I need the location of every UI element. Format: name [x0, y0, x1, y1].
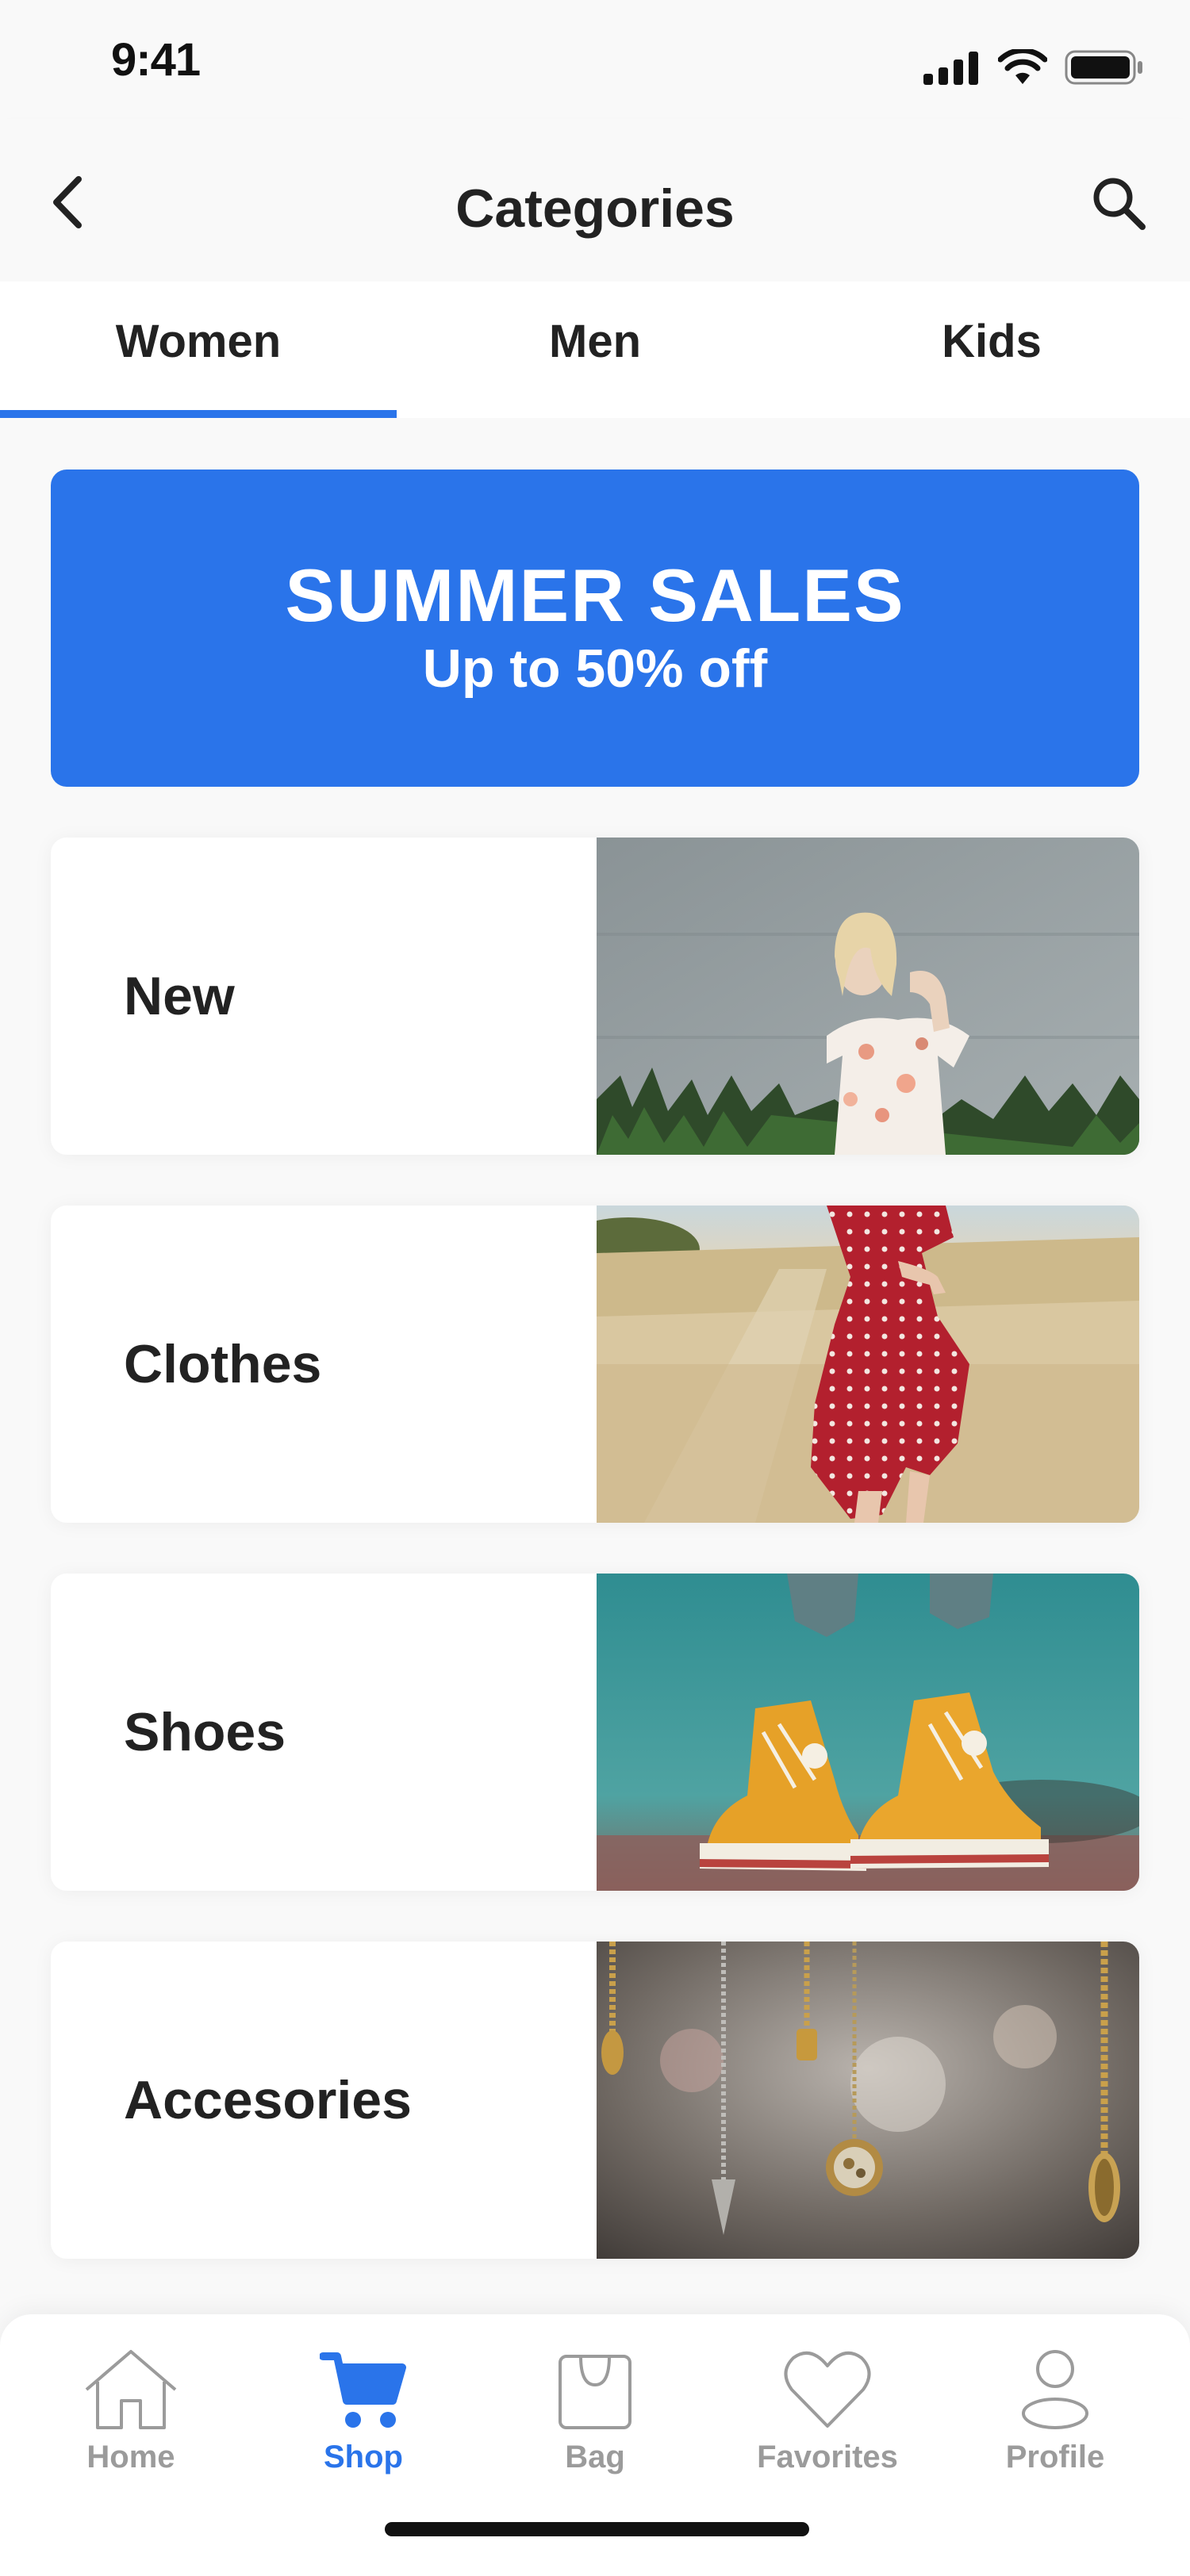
tabbar-item-shop[interactable]: Shop — [268, 2346, 459, 2489]
tabbar-item-bag[interactable]: Bag — [500, 2346, 690, 2489]
banner-title: SUMMER SALES — [285, 553, 905, 637]
category-tabs: Women Men Kids — [0, 282, 1190, 418]
tab-men[interactable]: Men — [397, 282, 793, 418]
heart-icon — [776, 2346, 879, 2433]
category-card-clothes[interactable]: Clothes — [51, 1206, 1139, 1523]
bottom-tab-bar: Home Shop Bag Favorites Profile — [0, 2314, 1190, 2576]
category-label: Clothes — [124, 1334, 322, 1394]
tabbar-item-profile[interactable]: Profile — [960, 2346, 1150, 2489]
wifi-icon — [998, 49, 1047, 84]
banner-subtitle: Up to 50% off — [422, 638, 768, 700]
tab-kids[interactable]: Kids — [793, 282, 1190, 418]
categories-screen: 9:41 Categories Women Men Kids SUMMER SA… — [0, 0, 1190, 2576]
woman-floral-dress-image — [597, 838, 1139, 1155]
home-icon — [79, 2346, 182, 2433]
search-icon — [1093, 178, 1146, 230]
category-label: New — [124, 966, 235, 1026]
category-card-accesories[interactable]: Accesories — [51, 1942, 1139, 2259]
page-title: Categories — [455, 178, 735, 239]
hanging-necklaces-image — [597, 1942, 1139, 2259]
summer-sales-banner[interactable]: SUMMER SALES Up to 50% off — [51, 470, 1139, 787]
category-card-new[interactable]: New — [51, 838, 1139, 1155]
home-indicator — [385, 2522, 809, 2536]
tabbar-label-home: Home — [86, 2440, 175, 2474]
tabbar-item-home[interactable]: Home — [36, 2346, 226, 2489]
status-bar: 9:41 — [0, 0, 1190, 119]
signal-icon — [923, 52, 978, 85]
status-icons — [922, 49, 1144, 86]
profile-icon — [1004, 2346, 1107, 2433]
tabbar-label-bag: Bag — [565, 2440, 625, 2474]
tabbar-label-profile: Profile — [1005, 2440, 1105, 2474]
navigation-header: Categories — [0, 119, 1190, 282]
tab-women[interactable]: Women — [0, 282, 397, 418]
status-time: 9:41 — [111, 34, 201, 86]
tabbar-item-favorites[interactable]: Favorites — [732, 2346, 923, 2489]
tabbar-label-favorites: Favorites — [757, 2440, 898, 2474]
category-label: Accesories — [124, 2070, 412, 2130]
category-card-shoes[interactable]: Shoes — [51, 1574, 1139, 1891]
yellow-sneakers-image — [597, 1574, 1139, 1891]
battery-icon — [1065, 50, 1142, 85]
red-polka-dot-dress-image — [597, 1206, 1139, 1523]
bag-icon — [543, 2346, 647, 2433]
category-label: Shoes — [124, 1702, 286, 1762]
tabbar-label-shop: Shop — [324, 2440, 403, 2474]
search-button[interactable] — [1087, 171, 1150, 235]
cart-icon — [312, 2346, 415, 2433]
